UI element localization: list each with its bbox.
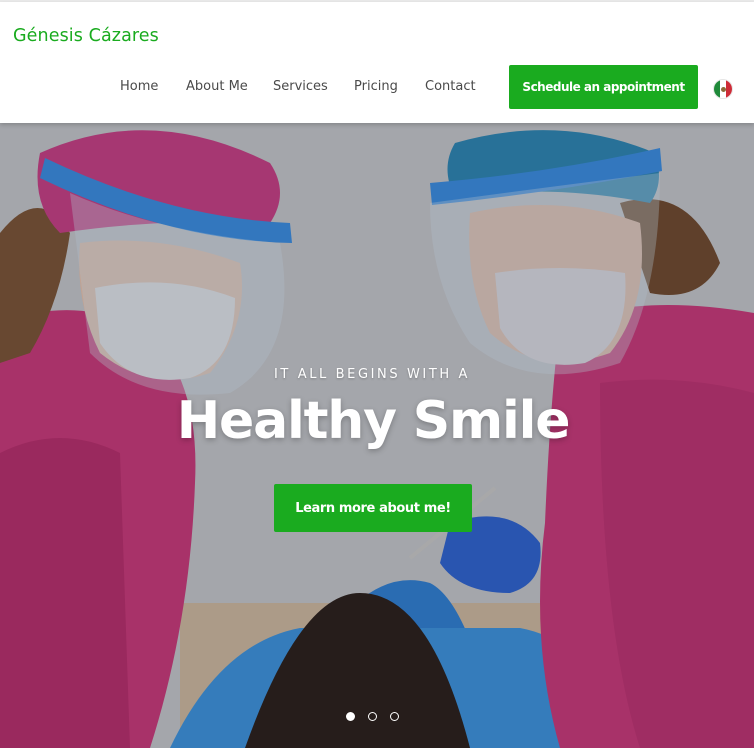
slider-dot-1[interactable] [346, 712, 355, 721]
hero-title: Healthy Smile [176, 391, 571, 451]
nav-link-pricing[interactable]: Pricing [354, 79, 398, 94]
slider-dot-3[interactable] [390, 712, 399, 721]
learn-more-button[interactable]: Learn more about me! [274, 484, 472, 532]
site-header: Génesis Cázares Home About Me Services P… [0, 2, 754, 123]
brand-logo-text[interactable]: Génesis Cázares [13, 26, 159, 46]
hero-kicker-text: IT ALL BEGINS WITH A [274, 367, 470, 382]
slider-dot-2[interactable] [368, 712, 377, 721]
hero-slider: IT ALL BEGINS WITH A Healthy Smile Learn… [0, 123, 754, 748]
nav-link-about-me[interactable]: About Me [186, 79, 248, 94]
nav-link-contact[interactable]: Contact [425, 79, 476, 94]
slider-pagination [343, 711, 403, 723]
mexico-flag-icon[interactable] [713, 79, 733, 99]
nav-link-services[interactable]: Services [273, 79, 328, 94]
schedule-appointment-button[interactable]: Schedule an appointment [509, 65, 698, 109]
nav-link-home[interactable]: Home [120, 79, 158, 94]
